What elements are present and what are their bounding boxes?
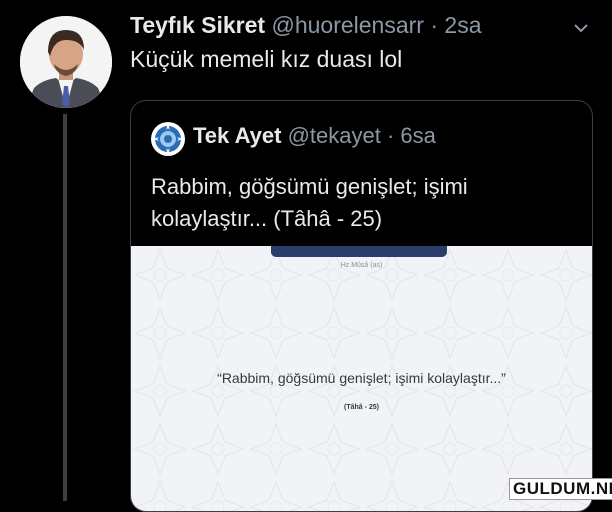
tweet-timestamp[interactable]: 2sa xyxy=(444,12,481,38)
ornament-emblem-icon[interactable] xyxy=(151,122,185,156)
quote-display-name[interactable]: Tek Ayet xyxy=(193,123,281,148)
quote-handle[interactable]: @tekayet xyxy=(288,123,381,148)
quote-timestamp[interactable]: 6sa xyxy=(400,123,435,148)
media-source-label: Hz.Mûsâ (as) xyxy=(340,262,383,269)
media-reference: (Tâhâ - 25) xyxy=(343,404,379,411)
chevron-down-icon[interactable] xyxy=(570,20,592,36)
thread-connector-line xyxy=(63,114,67,501)
quote-media-image[interactable]: Hz.Mûsâ (as) “Rabbim, göğsümü genişlet; … xyxy=(131,246,592,511)
profile-photo-icon xyxy=(20,16,112,108)
author-display-name[interactable]: Teyfık Sikret xyxy=(130,12,265,38)
tweet-text: Küçük memeli kız duası lol xyxy=(130,46,403,72)
watermark-logo: GULDUM.NET xyxy=(509,478,612,500)
tweet-header: Teyfık Sikret @huorelensarr · 2sa xyxy=(130,12,482,39)
avatar[interactable] xyxy=(20,16,112,108)
quote-header: Tek Ayet @tekayet · 6sa xyxy=(193,123,436,149)
media-top-banner xyxy=(271,246,447,257)
media-quote-text: “Rabbim, göğsümü genişlet; işimi kolayla… xyxy=(217,370,506,386)
quote-separator-dot: · xyxy=(386,123,395,148)
separator-dot: · xyxy=(430,12,439,38)
author-handle[interactable]: @huorelensarr xyxy=(271,12,423,38)
quoted-tweet-card[interactable]: Tek Ayet @tekayet · 6sa Rabbim, göğsümü … xyxy=(130,100,593,512)
quote-text: Rabbim, göğsümü genişlet; işimi kolaylaş… xyxy=(151,174,468,231)
